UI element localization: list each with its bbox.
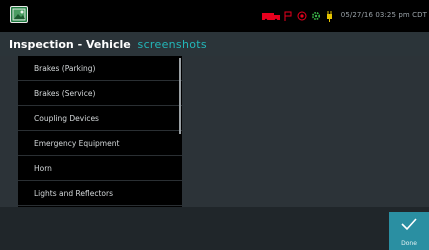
page-title: Inspection - Vehicle screenshots xyxy=(9,38,207,51)
truck-icon xyxy=(262,12,280,21)
photo-app-icon[interactable] xyxy=(10,6,28,23)
list-item[interactable]: Brakes (Service) xyxy=(18,81,182,106)
list-item-label: Brakes (Service) xyxy=(34,89,96,98)
status-bar: 05/27/16 03:25 pm CDT xyxy=(0,0,429,32)
status-icons xyxy=(262,9,334,23)
checkmark-icon xyxy=(401,218,417,231)
list-item[interactable]: Emergency Equipment xyxy=(18,131,182,156)
gear-icon xyxy=(311,11,321,21)
list-item[interactable]: Brakes (Parking) xyxy=(18,56,182,81)
status-datetime: 05/27/16 03:25 pm CDT xyxy=(340,11,427,19)
list-item[interactable]: Horn xyxy=(18,156,182,181)
list-item-label: Brakes (Parking) xyxy=(34,64,96,73)
list-item[interactable]: Coupling Devices xyxy=(18,106,182,131)
done-label: Done xyxy=(401,240,417,247)
gps-icon xyxy=(297,11,307,21)
list-item[interactable]: Lights and Reflectors xyxy=(18,181,182,206)
list-scrollbar[interactable] xyxy=(179,58,181,134)
title-bar: Inspection - Vehicle screenshots xyxy=(0,32,429,56)
list-item-label: Emergency Equipment xyxy=(34,139,120,148)
list-item-label: Coupling Devices xyxy=(34,114,99,123)
page-title-main: Inspection - Vehicle xyxy=(9,38,131,51)
flag-icon xyxy=(284,11,292,21)
list-item-label: Horn xyxy=(34,164,52,173)
done-button[interactable]: Done xyxy=(389,212,429,250)
bottom-bar xyxy=(0,207,429,250)
page-title-subtitle: screenshots xyxy=(137,38,207,51)
plug-icon xyxy=(327,10,332,22)
inspection-list: Brakes (Parking) Brakes (Service) Coupli… xyxy=(18,56,182,207)
list-item-label: Lights and Reflectors xyxy=(34,189,113,198)
